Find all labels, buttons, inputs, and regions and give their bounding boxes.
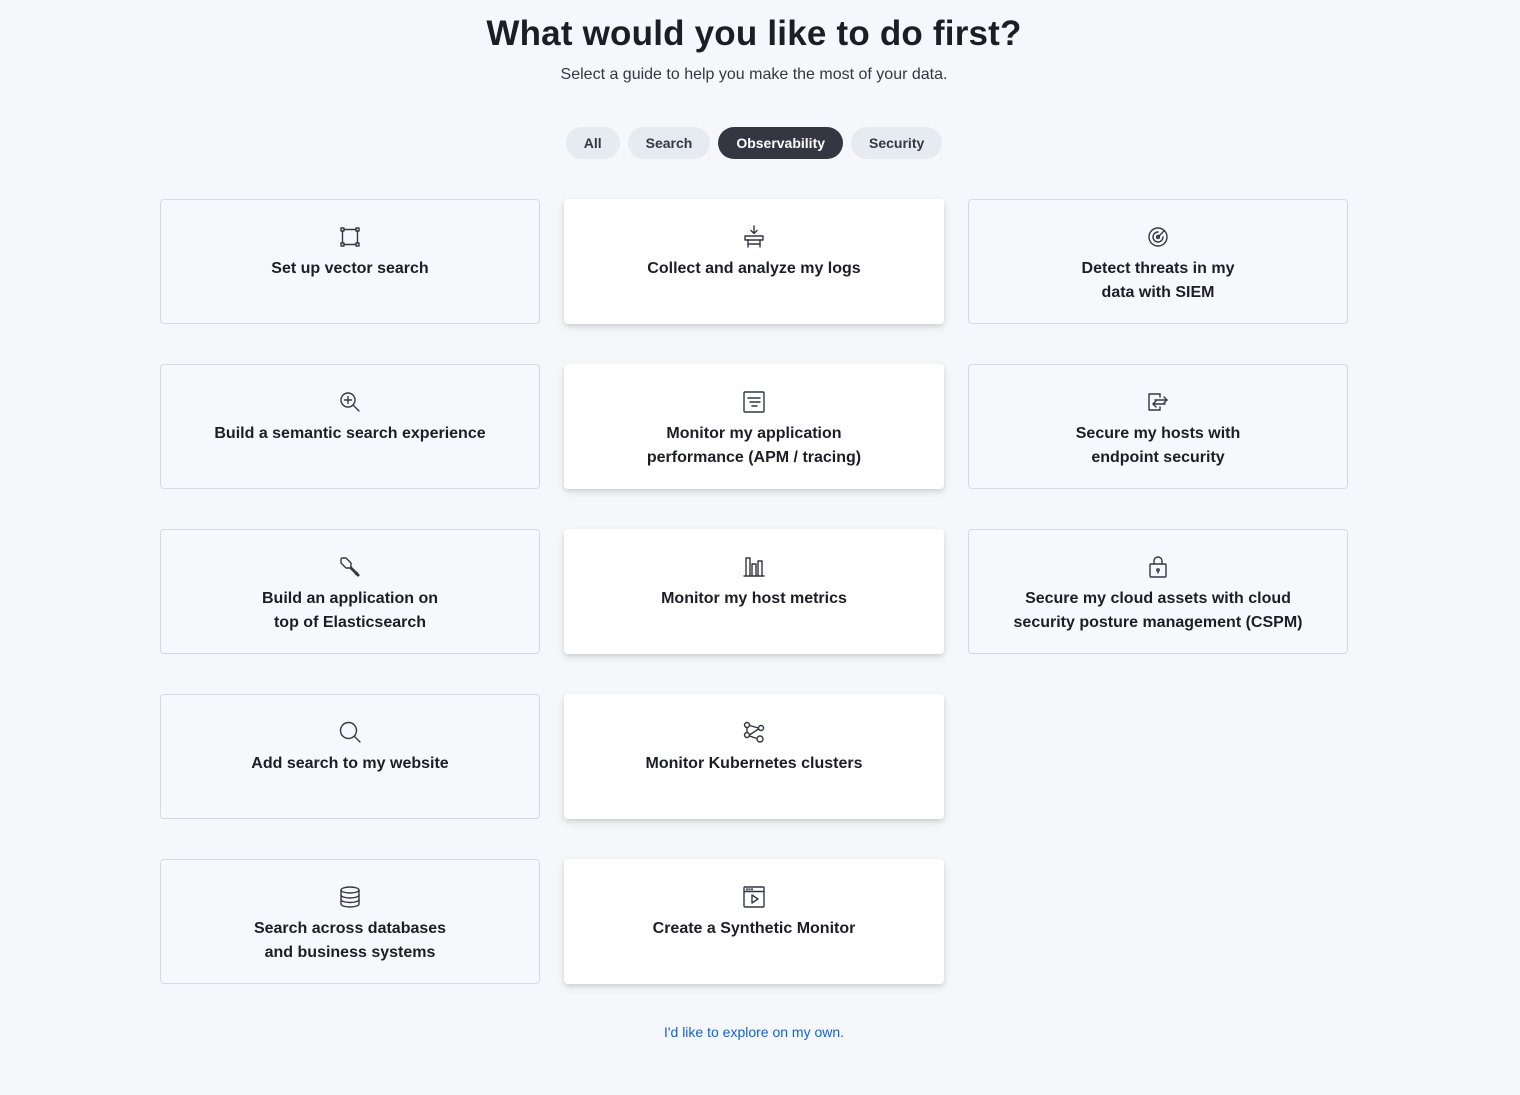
filter-security[interactable]: Security (851, 127, 943, 159)
card-label: Monitor my application performance (APM … (646, 425, 862, 466)
card-label: Build a semantic search experience (214, 425, 486, 442)
page-subtitle: Select a guide to help you make the most… (560, 66, 948, 83)
card-label: Secure my cloud assets with cloud securi… (1013, 590, 1303, 631)
card-detect-threats[interactable]: Detect threats in my data with SIEM (968, 199, 1348, 324)
card-endpoint-security[interactable]: Secure my hosts with endpoint security (968, 364, 1348, 489)
guide-grid: Set up vector search Collect and analyze… (160, 199, 1348, 984)
card-host-metrics[interactable]: Monitor my host metrics (564, 529, 944, 654)
endpoint-icon (1145, 389, 1171, 415)
card-apm[interactable]: Monitor my application performance (APM … (564, 364, 944, 489)
radar-icon (1145, 224, 1171, 250)
vector-icon (337, 224, 363, 250)
card-semantic-search[interactable]: Build a semantic search experience (160, 364, 540, 489)
filter-search[interactable]: Search (627, 127, 711, 159)
filter-observability[interactable]: Observability (718, 127, 844, 159)
card-website-search[interactable]: Add search to my website (160, 694, 540, 819)
card-cspm[interactable]: Secure my cloud assets with cloud securi… (968, 529, 1348, 654)
search-icon (337, 719, 363, 745)
page-title: What would you like to do first? (486, 14, 1022, 53)
card-label: Add search to my website (251, 755, 449, 772)
database-icon (337, 884, 363, 910)
card-label: Build an application on top of Elasticse… (262, 590, 438, 631)
card-vector-search[interactable]: Set up vector search (160, 199, 540, 324)
logs-icon (741, 224, 767, 250)
card-label: Create a Synthetic Monitor (652, 920, 856, 937)
card-build-app[interactable]: Build an application on top of Elasticse… (160, 529, 540, 654)
card-synthetic[interactable]: Create a Synthetic Monitor (564, 859, 944, 984)
card-label: Secure my hosts with endpoint security (1075, 425, 1241, 466)
explore-on-my-own-link[interactable]: I'd like to explore on my own. (564, 1024, 944, 1040)
card-label: Search across databases and business sys… (253, 920, 447, 961)
card-label: Collect and analyze my logs (647, 260, 861, 277)
metrics-icon (741, 554, 767, 580)
cluster-icon (741, 719, 767, 745)
card-databases[interactable]: Search across databases and business sys… (160, 859, 540, 984)
synthetic-play-icon (741, 884, 767, 910)
filter-group: All Search Observability Security (0, 127, 1508, 159)
card-collect-logs[interactable]: Collect and analyze my logs (564, 199, 944, 324)
card-kubernetes[interactable]: Monitor Kubernetes clusters (564, 694, 944, 819)
magnify-plus-icon (337, 389, 363, 415)
apm-document-icon (741, 389, 767, 415)
card-label: Set up vector search (271, 260, 429, 277)
lock-icon (1145, 554, 1171, 580)
card-label: Detect threats in my data with SIEM (1081, 260, 1235, 301)
filter-all[interactable]: All (565, 127, 620, 159)
card-label: Monitor my host metrics (661, 590, 847, 607)
card-label: Monitor Kubernetes clusters (645, 755, 863, 772)
wrench-icon (337, 554, 363, 580)
